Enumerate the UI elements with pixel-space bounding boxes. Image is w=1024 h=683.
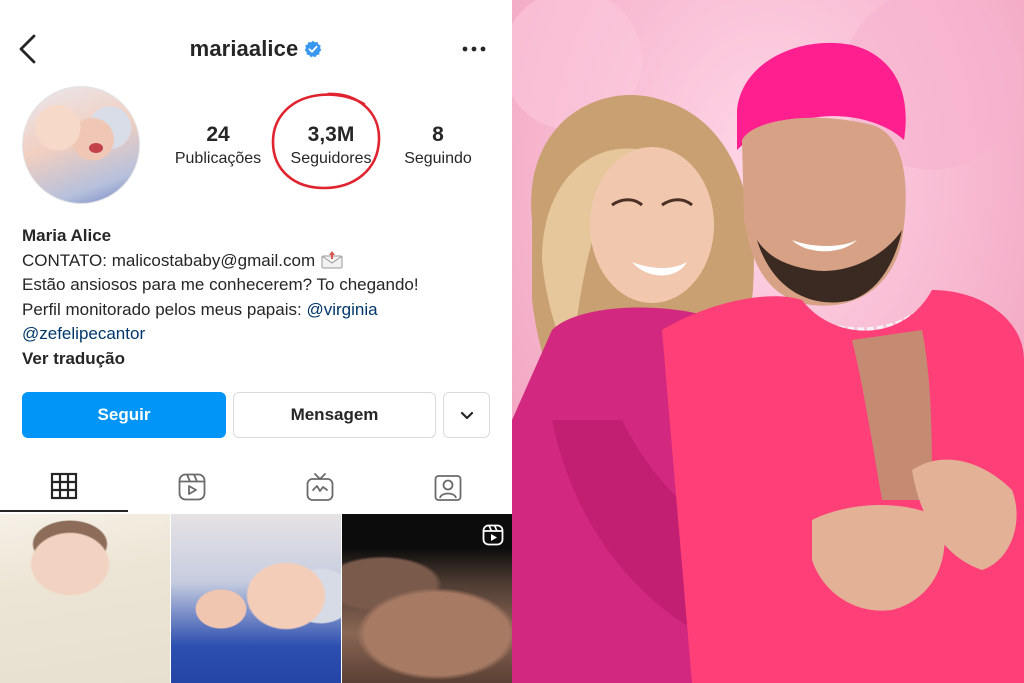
top-bar: mariaalice <box>0 28 512 72</box>
couple-photo-illustration <box>512 0 1024 683</box>
bio-name: Maria Alice <box>22 226 112 245</box>
profile-avatar[interactable] <box>22 86 140 204</box>
post-thumbnail-1[interactable] <box>0 514 170 683</box>
igtv-icon <box>306 473 334 501</box>
stat-following[interactable]: 8 Seguindo <box>396 122 480 170</box>
verified-badge-icon <box>305 40 322 58</box>
bio-line-3-prefix: Perfil monitorado pelos meus papais: <box>22 299 307 319</box>
username-header: mariaalice <box>0 36 512 62</box>
bio-contact: CONTATO: malicostababy@gmail.com <box>22 250 316 270</box>
avatar-baby-mouth <box>89 143 103 153</box>
bio-contact-line: CONTATO: malicostababy@gmail.com <box>22 249 502 274</box>
stat-posts-label: Publicações <box>174 150 262 167</box>
bio-line-3: Perfil monitorado pelos meus papais: @vi… <box>22 298 502 323</box>
grid-icon <box>50 472 78 500</box>
stat-posts[interactable]: 24 Publicações <box>168 122 268 170</box>
more-options-button[interactable] <box>460 34 488 64</box>
profile-bio: Maria Alice CONTATO: malicostababy@gmail… <box>22 224 502 371</box>
incoming-envelope-icon <box>321 250 343 268</box>
tab-reels[interactable] <box>128 462 256 512</box>
red-highlight-circle <box>271 92 381 190</box>
stat-following-value: 8 <box>432 123 444 146</box>
tab-tagged[interactable] <box>384 462 512 512</box>
stat-following-label: Seguindo <box>404 150 472 167</box>
couple-photo <box>512 0 1024 683</box>
tagged-icon <box>434 475 462 501</box>
stat-posts-value: 24 <box>206 123 230 146</box>
post-thumbnail-3[interactable] <box>342 514 512 683</box>
chevron-down-icon <box>460 411 473 419</box>
reels-icon <box>178 473 206 501</box>
suggested-accounts-button[interactable] <box>443 392 490 438</box>
follow-button[interactable]: Seguir <box>22 392 226 438</box>
tab-posts-grid[interactable] <box>0 462 128 512</box>
more-dots-icon <box>462 46 486 52</box>
mention-virginia-link[interactable]: @virginia <box>306 300 377 319</box>
bio-line-2: Estão ansiosos para me conhecerem? To ch… <box>22 275 419 294</box>
profile-actions: Seguir Mensagem <box>22 392 490 438</box>
username: mariaalice <box>189 36 299 61</box>
mention-zefelipecantor-link[interactable]: @zefelipecantor <box>22 324 145 343</box>
see-translation-link[interactable]: Ver tradução <box>22 347 502 372</box>
reel-badge-icon <box>482 524 504 546</box>
tab-igtv[interactable] <box>256 462 384 512</box>
post-thumbnail-2[interactable] <box>171 514 341 683</box>
posts-grid <box>0 514 512 683</box>
instagram-profile: mariaalice 24 Publicações 3,3M Seguidore… <box>0 0 512 683</box>
message-button[interactable]: Mensagem <box>233 392 436 438</box>
profile-tabs <box>0 462 512 512</box>
